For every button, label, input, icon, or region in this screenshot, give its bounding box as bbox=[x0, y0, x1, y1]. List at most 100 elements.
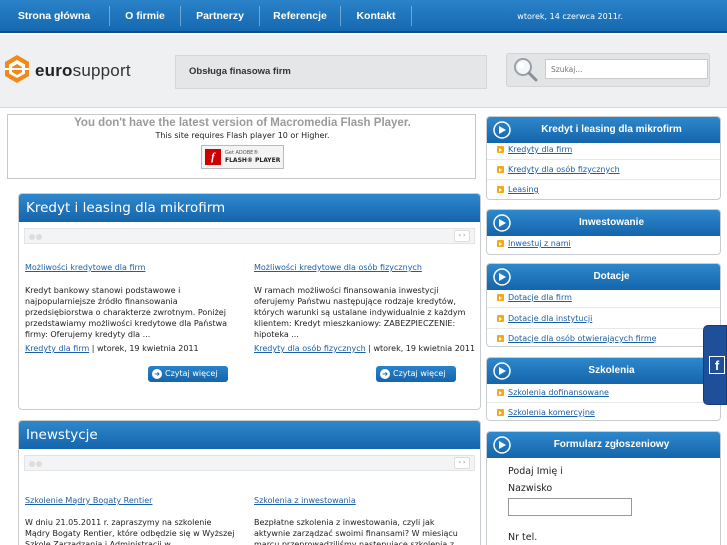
sidebar-box-trainings: Szkolenia Szkolenia dofinansowane Szkole… bbox=[486, 357, 721, 421]
sidebar-box-title-text: Dotacje bbox=[593, 271, 630, 282]
current-date: wtorek, 14 czerwca 2011r. bbox=[517, 12, 623, 21]
flash-title: You don't have the latest version of Mac… bbox=[74, 117, 411, 129]
slider-bar: ‹ › bbox=[24, 455, 475, 471]
flash-subtitle: This site requires Flash player 10 or Hi… bbox=[155, 131, 330, 140]
arrow-right-circle-icon bbox=[493, 436, 511, 454]
bullet-arrow-icon bbox=[497, 335, 504, 342]
eurosupport-logo-icon[interactable] bbox=[3, 54, 31, 84]
arrow-right-circle-icon bbox=[493, 268, 511, 286]
flash-notice: You don't have the latest version of Mac… bbox=[7, 114, 476, 179]
facebook-icon: f bbox=[709, 356, 725, 374]
article-meta: Kredyty dla osób fizycznych | wtorek, 19… bbox=[254, 344, 475, 353]
sidebar-box-title-text: Inwestowanie bbox=[578, 217, 644, 228]
signup-form: Formularz zgłoszeniowy Podaj Imię i Nazw… bbox=[486, 431, 721, 545]
slider-dots[interactable] bbox=[29, 233, 43, 240]
sidebar-link-label: Szkolenia komercyjne bbox=[508, 408, 595, 417]
read-more-button[interactable]: ➜ Czytaj więcej bbox=[376, 366, 456, 382]
sidebar-link[interactable]: Inwestuj z nami bbox=[497, 239, 571, 248]
sidebar-box-grants: Dotacje Dotacje dla firm Dotacje dla ins… bbox=[486, 263, 721, 347]
sidebar-link-label: Kredyty dla firm bbox=[508, 145, 573, 154]
bullet-arrow-icon bbox=[497, 409, 504, 416]
sidebar-link[interactable]: Dotacje dla firm bbox=[497, 293, 572, 302]
form-label-surname: Nazwisko bbox=[508, 483, 553, 494]
sidebar-link-label: Szkolenia dofinansowane bbox=[508, 388, 609, 397]
nav-item-contact[interactable]: Kontakt bbox=[341, 0, 411, 33]
article-meta: Kredyty dla firm | wtorek, 19 kwietnia 2… bbox=[25, 344, 199, 353]
divider bbox=[487, 159, 720, 160]
divider bbox=[487, 307, 720, 308]
bullet-arrow-icon bbox=[497, 389, 504, 396]
sidebar-link-label: Dotacje dla osób otwierających firmę bbox=[508, 334, 657, 343]
sidebar-link-label: Kredyty dla osób fizycznych bbox=[508, 165, 620, 174]
article-title[interactable]: Możliwości kredytowe dla firm bbox=[25, 263, 145, 272]
article-excerpt: W ramach możliwości finansowania inwesty… bbox=[254, 286, 466, 339]
article-title[interactable]: Szkolenia z inwestowania bbox=[254, 496, 356, 505]
bullet-arrow-icon bbox=[497, 166, 504, 173]
top-navigation: Strona główna O firmie Partnerzy Referen… bbox=[0, 0, 727, 33]
arrow-right-circle-icon: ➜ bbox=[152, 369, 162, 379]
slider-arrows[interactable]: ‹ › bbox=[454, 230, 470, 242]
bullet-arrow-icon bbox=[497, 240, 504, 247]
arrow-right-circle-icon bbox=[493, 121, 511, 139]
name-field[interactable] bbox=[508, 498, 632, 516]
site-logo[interactable]: eurosupport bbox=[35, 61, 131, 81]
nav-item-references[interactable]: Referencje bbox=[260, 0, 340, 33]
article-category-link[interactable]: Kredyty dla osób fizycznych bbox=[254, 344, 366, 353]
sidebar-box-title: Dotacje bbox=[487, 264, 720, 290]
nav-item-partners[interactable]: Partnerzy bbox=[181, 0, 259, 33]
slider-bar: ‹ › bbox=[24, 228, 475, 244]
logo-light-text: support bbox=[72, 61, 131, 80]
bullet-arrow-icon bbox=[497, 315, 504, 322]
site-tagline: Obsługa finasowa firm bbox=[189, 66, 291, 77]
article-excerpt: Kredyt bankowy stanowi podstawowe i najp… bbox=[25, 286, 228, 339]
sidebar-box-investing: Inwestowanie Inwestuj z nami bbox=[486, 209, 721, 255]
divider bbox=[487, 179, 720, 180]
read-more-label: Czytaj więcej bbox=[165, 369, 218, 378]
sidebar-link-label: Dotacje dla instytucji bbox=[508, 314, 593, 323]
sidebar-box-title: Formularz zgłoszeniowy bbox=[487, 432, 720, 458]
article-excerpt: W dniu 21.05.2011 r. zapraszymy na szkol… bbox=[25, 518, 235, 545]
nav-item-home[interactable]: Strona główna bbox=[0, 0, 108, 33]
article-title[interactable]: Możliwości kredytowe dla osób fizycznych bbox=[254, 263, 422, 272]
sidebar-box-title: Szkolenia bbox=[487, 358, 720, 384]
sidebar-link[interactable]: Szkolenia komercyjne bbox=[497, 408, 595, 417]
facebook-tab[interactable]: f bbox=[703, 325, 727, 405]
sidebar-link[interactable]: Kredyty dla osób fizycznych bbox=[497, 165, 620, 174]
logo-bold-text: euro bbox=[35, 61, 73, 80]
nav-divider bbox=[411, 6, 412, 26]
sidebar-link[interactable]: Dotacje dla osób otwierających firmę bbox=[497, 334, 657, 343]
sidebar-box-title: Kredyt i leasing dla mikrofirm bbox=[487, 117, 720, 143]
nav-item-about[interactable]: O firmie bbox=[110, 0, 180, 33]
slider-arrows[interactable]: ‹ › bbox=[454, 457, 470, 469]
article-category-link[interactable]: Kredyty dla firm bbox=[25, 344, 89, 353]
article-date: | wtorek, 19 kwietnia 2011 bbox=[89, 344, 199, 353]
form-title: Formularz zgłoszeniowy bbox=[553, 439, 670, 450]
sidebar-box-title-text: Kredyt i leasing dla mikrofirm bbox=[541, 124, 682, 135]
slider-dots[interactable] bbox=[29, 460, 43, 467]
article-title[interactable]: Szkolenie Mądry Bogaty Rentier bbox=[25, 496, 152, 505]
divider bbox=[487, 402, 720, 403]
sidebar-link[interactable]: Leasing bbox=[497, 185, 539, 194]
panel-title: Kredyt i leasing dla mikrofirm bbox=[19, 194, 480, 222]
article-date: | wtorek, 19 kwietnia 2011 bbox=[365, 344, 476, 353]
arrow-right-circle-icon bbox=[493, 214, 511, 232]
arrow-right-circle-icon: ➜ bbox=[380, 369, 390, 379]
search-icon[interactable] bbox=[512, 56, 538, 82]
panel-title: Inewstycje bbox=[19, 421, 480, 449]
bullet-arrow-icon bbox=[497, 294, 504, 301]
sidebar-link[interactable]: Szkolenia dofinansowane bbox=[497, 388, 609, 397]
get-flash-player-button[interactable]: f Get ADOBE® FLASH® PLAYER bbox=[201, 145, 284, 169]
bullet-arrow-icon bbox=[497, 186, 504, 193]
sidebar-box-credit: Kredyt i leasing dla mikrofirm Kredyty d… bbox=[486, 116, 721, 200]
read-more-button[interactable]: ➜ Czytaj więcej bbox=[148, 366, 228, 382]
sidebar-box-title: Inwestowanie bbox=[487, 210, 720, 236]
sidebar-link[interactable]: Dotacje dla instytucji bbox=[497, 314, 592, 323]
arrow-right-circle-icon bbox=[493, 362, 511, 380]
search-input[interactable] bbox=[545, 59, 708, 79]
article-excerpt: Bezpłatne szkolenia z inwestowania, czyl… bbox=[254, 518, 458, 545]
form-label-name: Podaj Imię i bbox=[508, 466, 563, 477]
flash-button-line1: Get ADOBE® bbox=[225, 150, 259, 156]
read-more-label: Czytaj więcej bbox=[393, 369, 446, 378]
flash-icon: f bbox=[205, 149, 221, 165]
sidebar-link[interactable]: Kredyty dla firm bbox=[497, 145, 572, 154]
